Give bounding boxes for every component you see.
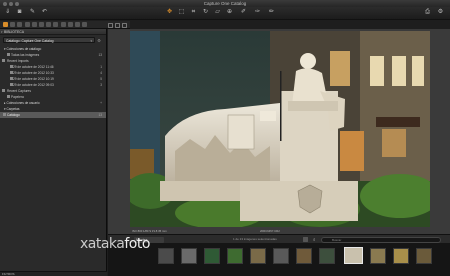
thumbnail[interactable] [204, 248, 220, 264]
title-bar: Capture One Catalog [0, 0, 450, 7]
tab-metadata[interactable] [67, 22, 73, 27]
tab-color[interactable] [38, 22, 44, 27]
library-header[interactable]: BIBLIOTECA [0, 29, 106, 35]
thumbnail[interactable] [416, 248, 432, 264]
exif-info: ISO 800 1/80 S f/1.8 35 mm [132, 229, 167, 233]
wb-picker-icon[interactable]: ✑ [254, 9, 261, 16]
tab-capture[interactable] [10, 22, 16, 27]
tab-local[interactable] [53, 22, 59, 27]
tab-lens[interactable] [17, 22, 23, 27]
thumbnail[interactable] [250, 248, 266, 264]
folder-icon [2, 89, 5, 92]
catalog-dropdown[interactable]: Catálogo: Capture One Catalog ⚙ [3, 37, 101, 44]
pan-icon[interactable]: ✥ [166, 9, 173, 16]
main-toolbar: ⇓ ◙ ✎ ↶ ✥ ⬚ ⌗ ↻ ▱ ⊕ ✐ ✑ ✏ ⎙ ⚙ [0, 7, 450, 20]
collection-tree: ▾ Colecciones de catálogo Todas las imág… [0, 45, 106, 118]
import-icon [10, 83, 13, 86]
tab-adjustments[interactable] [60, 22, 66, 27]
multi-view-icon[interactable] [115, 22, 120, 28]
gear-icon[interactable]: ⚙ [437, 9, 444, 16]
watermark-logo: xatakafoto [80, 236, 150, 252]
images-icon [7, 53, 10, 56]
rotate-icon[interactable]: ↻ [202, 9, 209, 16]
undo-icon[interactable]: ↶ [41, 9, 48, 16]
browser-toolbar: Nombre 1 de 13 imágenes seleccionadas ⌕ … [108, 234, 450, 243]
image-viewer[interactable]: ISO 800 1/80 S f/1.8 35 mm 20RC9457.CR2 [108, 29, 450, 234]
spot-icon[interactable]: ⊕ [226, 9, 233, 16]
filter-toggle-icon[interactable] [303, 237, 308, 242]
main-photo [130, 31, 430, 227]
folder-icon [2, 59, 5, 62]
selection-count: 1 de 13 imágenes seleccionadas [233, 237, 277, 241]
thumbnail[interactable] [227, 248, 243, 264]
tab-output[interactable] [74, 22, 80, 27]
trash-icon [7, 95, 10, 98]
catalog-gear-icon[interactable]: ⚙ [96, 38, 102, 44]
statue-photo [130, 31, 430, 227]
thumbnail-selected[interactable] [344, 247, 363, 264]
annotate-icon[interactable]: ✏ [268, 9, 275, 16]
tab-composition[interactable] [24, 22, 30, 27]
catalog-dropdown-label: Catálogo: Capture One Catalog [6, 39, 54, 43]
keystone-icon[interactable]: ▱ [214, 9, 221, 16]
import-icon [10, 71, 13, 74]
crop-icon[interactable]: ⌗ [190, 9, 197, 16]
thumbnail[interactable] [296, 248, 312, 264]
search-input[interactable]: Buscar [321, 236, 441, 243]
browser-view-icon[interactable] [122, 22, 127, 28]
catalog-icon [3, 113, 6, 116]
tab-batch[interactable] [82, 22, 88, 27]
tab-details[interactable] [46, 22, 52, 27]
print-icon[interactable]: ⎙ [424, 9, 431, 16]
edit-icon[interactable]: ✎ [29, 9, 36, 16]
tab-exposure[interactable] [31, 22, 37, 27]
picker-icon[interactable]: ✐ [240, 9, 247, 16]
single-view-icon[interactable] [108, 22, 113, 28]
file-name: 20RC9457.CR2 [260, 229, 280, 233]
import-icon[interactable]: ⇓ [4, 9, 11, 16]
camera-icon[interactable]: ◙ [16, 9, 23, 16]
thumbnail[interactable] [319, 248, 335, 264]
catalog-folder-item[interactable]: Catálogo 13 [0, 111, 106, 118]
thumbnail[interactable] [158, 248, 174, 264]
image-metadata-line: ISO 800 1/80 S f/1.8 35 mm 20RC9457.CR2 [130, 228, 430, 233]
select-icon[interactable]: ⬚ [178, 9, 185, 16]
filmstrip[interactable] [108, 243, 450, 276]
import-icon [10, 65, 13, 68]
view-mode-buttons [108, 21, 127, 29]
tab-library[interactable] [3, 22, 8, 27]
thumbnail[interactable] [370, 248, 386, 264]
thumbnail[interactable] [181, 248, 197, 264]
window-title: Capture One Catalog [203, 1, 247, 6]
filters-section[interactable]: FILTROS [0, 271, 107, 276]
import-icon [10, 77, 13, 80]
search-icon: ⌕ [313, 236, 316, 242]
thumbnail[interactable] [393, 248, 409, 264]
thumbnail[interactable] [273, 248, 289, 264]
